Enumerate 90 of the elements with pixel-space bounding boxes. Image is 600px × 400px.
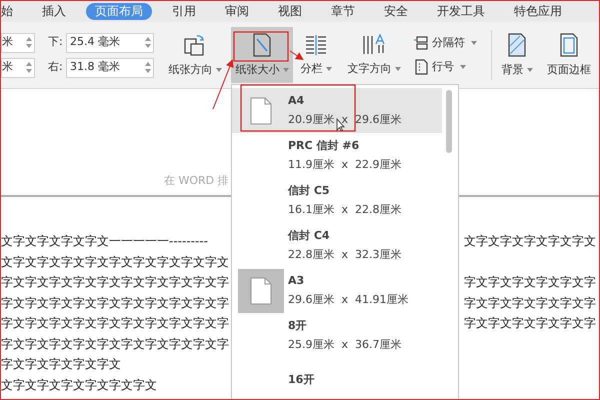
ribbon-tab[interactable]: 插入 [33,3,75,20]
caret-icon [460,65,466,70]
document-text-line: 文字文字文字文字文字文字文 [1,378,158,392]
ribbon-tab[interactable]: 始 [1,3,22,20]
paper-size-name: 16开 [288,372,314,388]
scrollbar-thumb[interactable] [446,90,452,153]
document-text-line: 文字文字文字文字文字文字文字文字文字文 [1,254,230,269]
document-text-line: 字文字文字文字文字文字文字文字文字文字 [1,296,230,310]
page-header-text: 在 WORD 排 [164,172,229,188]
ribbon-tab[interactable]: 视图 [269,3,311,20]
ribbon-tab[interactable]: 开发工具 [428,3,494,20]
ribbon-tab[interactable]: 特色应用 [505,3,571,20]
margin-input-field[interactable]: 米 [1,58,35,78]
margin-label: 下: [48,34,64,50]
document-text-line: 字文字文字文字文字文字 [464,296,596,310]
paper-dimension: 36.7厘米 [355,337,402,353]
document-text-line: 字文字文字文字文字文字文字文字文字文字 [1,336,230,351]
caret-icon [326,67,332,71]
page-border-icon [558,32,580,58]
ribbon-tab[interactable]: 章节 [322,3,364,20]
paper-size-name: 8开 [288,318,308,334]
paper-size-item[interactable]: 8开 25.9厘米 x 36.7厘米 [232,313,442,358]
columns-icon [304,32,328,57]
paper-dimension: 32.3厘米 [355,247,402,263]
margin-input-field[interactable]: 米 [1,32,35,52]
paper-dimension: 29.6厘米 [288,292,334,308]
paper-size-name: A3 [288,272,306,288]
spinner-icon[interactable] [145,61,151,74]
times-sign: x [342,202,348,218]
paper-dimension: 22.8厘米 [288,247,334,263]
paper-size-name: 信封 C4 [288,228,331,244]
caret-icon [216,68,222,72]
paper-size-item[interactable]: A3 29.6厘米 x 41.91厘米 [232,268,442,313]
document-text-line: 字文字文字文字文字文字 [464,316,596,330]
ribbon-button[interactable]: 分隔符 [413,34,489,51]
ribbon-button[interactable]: 行号 [413,59,489,76]
paper-dimension: 25.9厘米 [288,337,334,353]
caret-icon [282,68,288,72]
paper-size-item[interactable]: 信封 C4 22.8厘米 x 32.3厘米 [232,223,442,268]
ribbon-button[interactable]: 分栏 [293,27,339,83]
ribbon-button[interactable]: 背景 [494,27,540,83]
paper-dimension: 11.9厘米 [288,157,334,173]
times-sign: x [342,292,348,308]
page-break-icon [413,34,429,51]
paper-size-item[interactable]: PRC 信封 #6 11.9厘米 x 22.9厘米 [232,133,442,178]
spinner-icon[interactable] [26,36,32,49]
caret-icon [526,68,532,72]
paper-dimension: 20.9厘米 [288,112,334,128]
paper-dimension: 22.8厘米 [355,202,402,218]
line-numbers-icon [413,59,429,76]
document-text-line: 字文字文字文字文字文字文字文字文字文字 [1,316,230,330]
paper-size-name: 信封 C5 [288,182,331,198]
paper-size-name: PRC 信封 #6 [288,138,360,154]
ribbon-button[interactable]: 文字方向 [339,27,409,83]
paper-dimension: 16.1厘米 [288,202,334,218]
ribbon-tab[interactable]: 引用 [163,3,205,20]
annotation-arrow [212,59,234,110]
paper-dimension: 22.9厘米 [355,157,402,173]
annotation-arrow [290,50,304,60]
document-text-line: 字文字文字文字文字文字 [464,275,596,290]
paper-size-name: A4 [288,92,306,108]
times-sign: x [342,247,348,263]
ribbon-tab[interactable]: 审阅 [216,3,258,20]
margin-input-field[interactable]: 25.4 毫米 [66,32,154,52]
paper-dimension: 29.6厘米 [355,112,402,128]
ribbon-button[interactable]: 纸张大小 [231,27,293,83]
spinner-icon[interactable] [145,36,151,49]
times-sign: x [342,112,348,128]
ribbon-button[interactable]: 纸张方向 [159,27,231,83]
document-text-line: 文字文字文字文字文一一一一一--------- [1,234,209,248]
spinner-icon[interactable] [26,61,32,74]
paper-size-item[interactable]: 信封 C5 16.1厘米 x 22.8厘米 [232,178,442,223]
paper-size-item[interactable]: A4 20.9厘米 x 29.6厘米 [232,88,442,133]
paper-size-item[interactable]: 16开 [232,358,442,399]
ribbon-button[interactable]: 页面边框 [540,27,598,83]
margin-input-field[interactable]: 31.8 毫米 [66,58,154,78]
ribbon-tab[interactable]: 安全 [375,3,417,20]
caret-icon [394,67,400,71]
page-size-icon [251,32,273,58]
paper-dimension: 41.91厘米 [355,292,409,308]
caret-icon [471,40,477,45]
times-sign: x [342,337,348,353]
background-icon [506,32,528,58]
document-text-line: 字文字文字文字文字文 [1,357,122,372]
margin-label: 右: [48,59,64,76]
highlight-frame [233,31,289,62]
times-sign: x [342,157,348,173]
document-text-line: 文字文字文字文字文字文 [464,234,596,248]
document-text-line: 字文字文字文字文字文字文字文字文字文字 [1,275,230,290]
text-direction-icon [361,32,387,57]
